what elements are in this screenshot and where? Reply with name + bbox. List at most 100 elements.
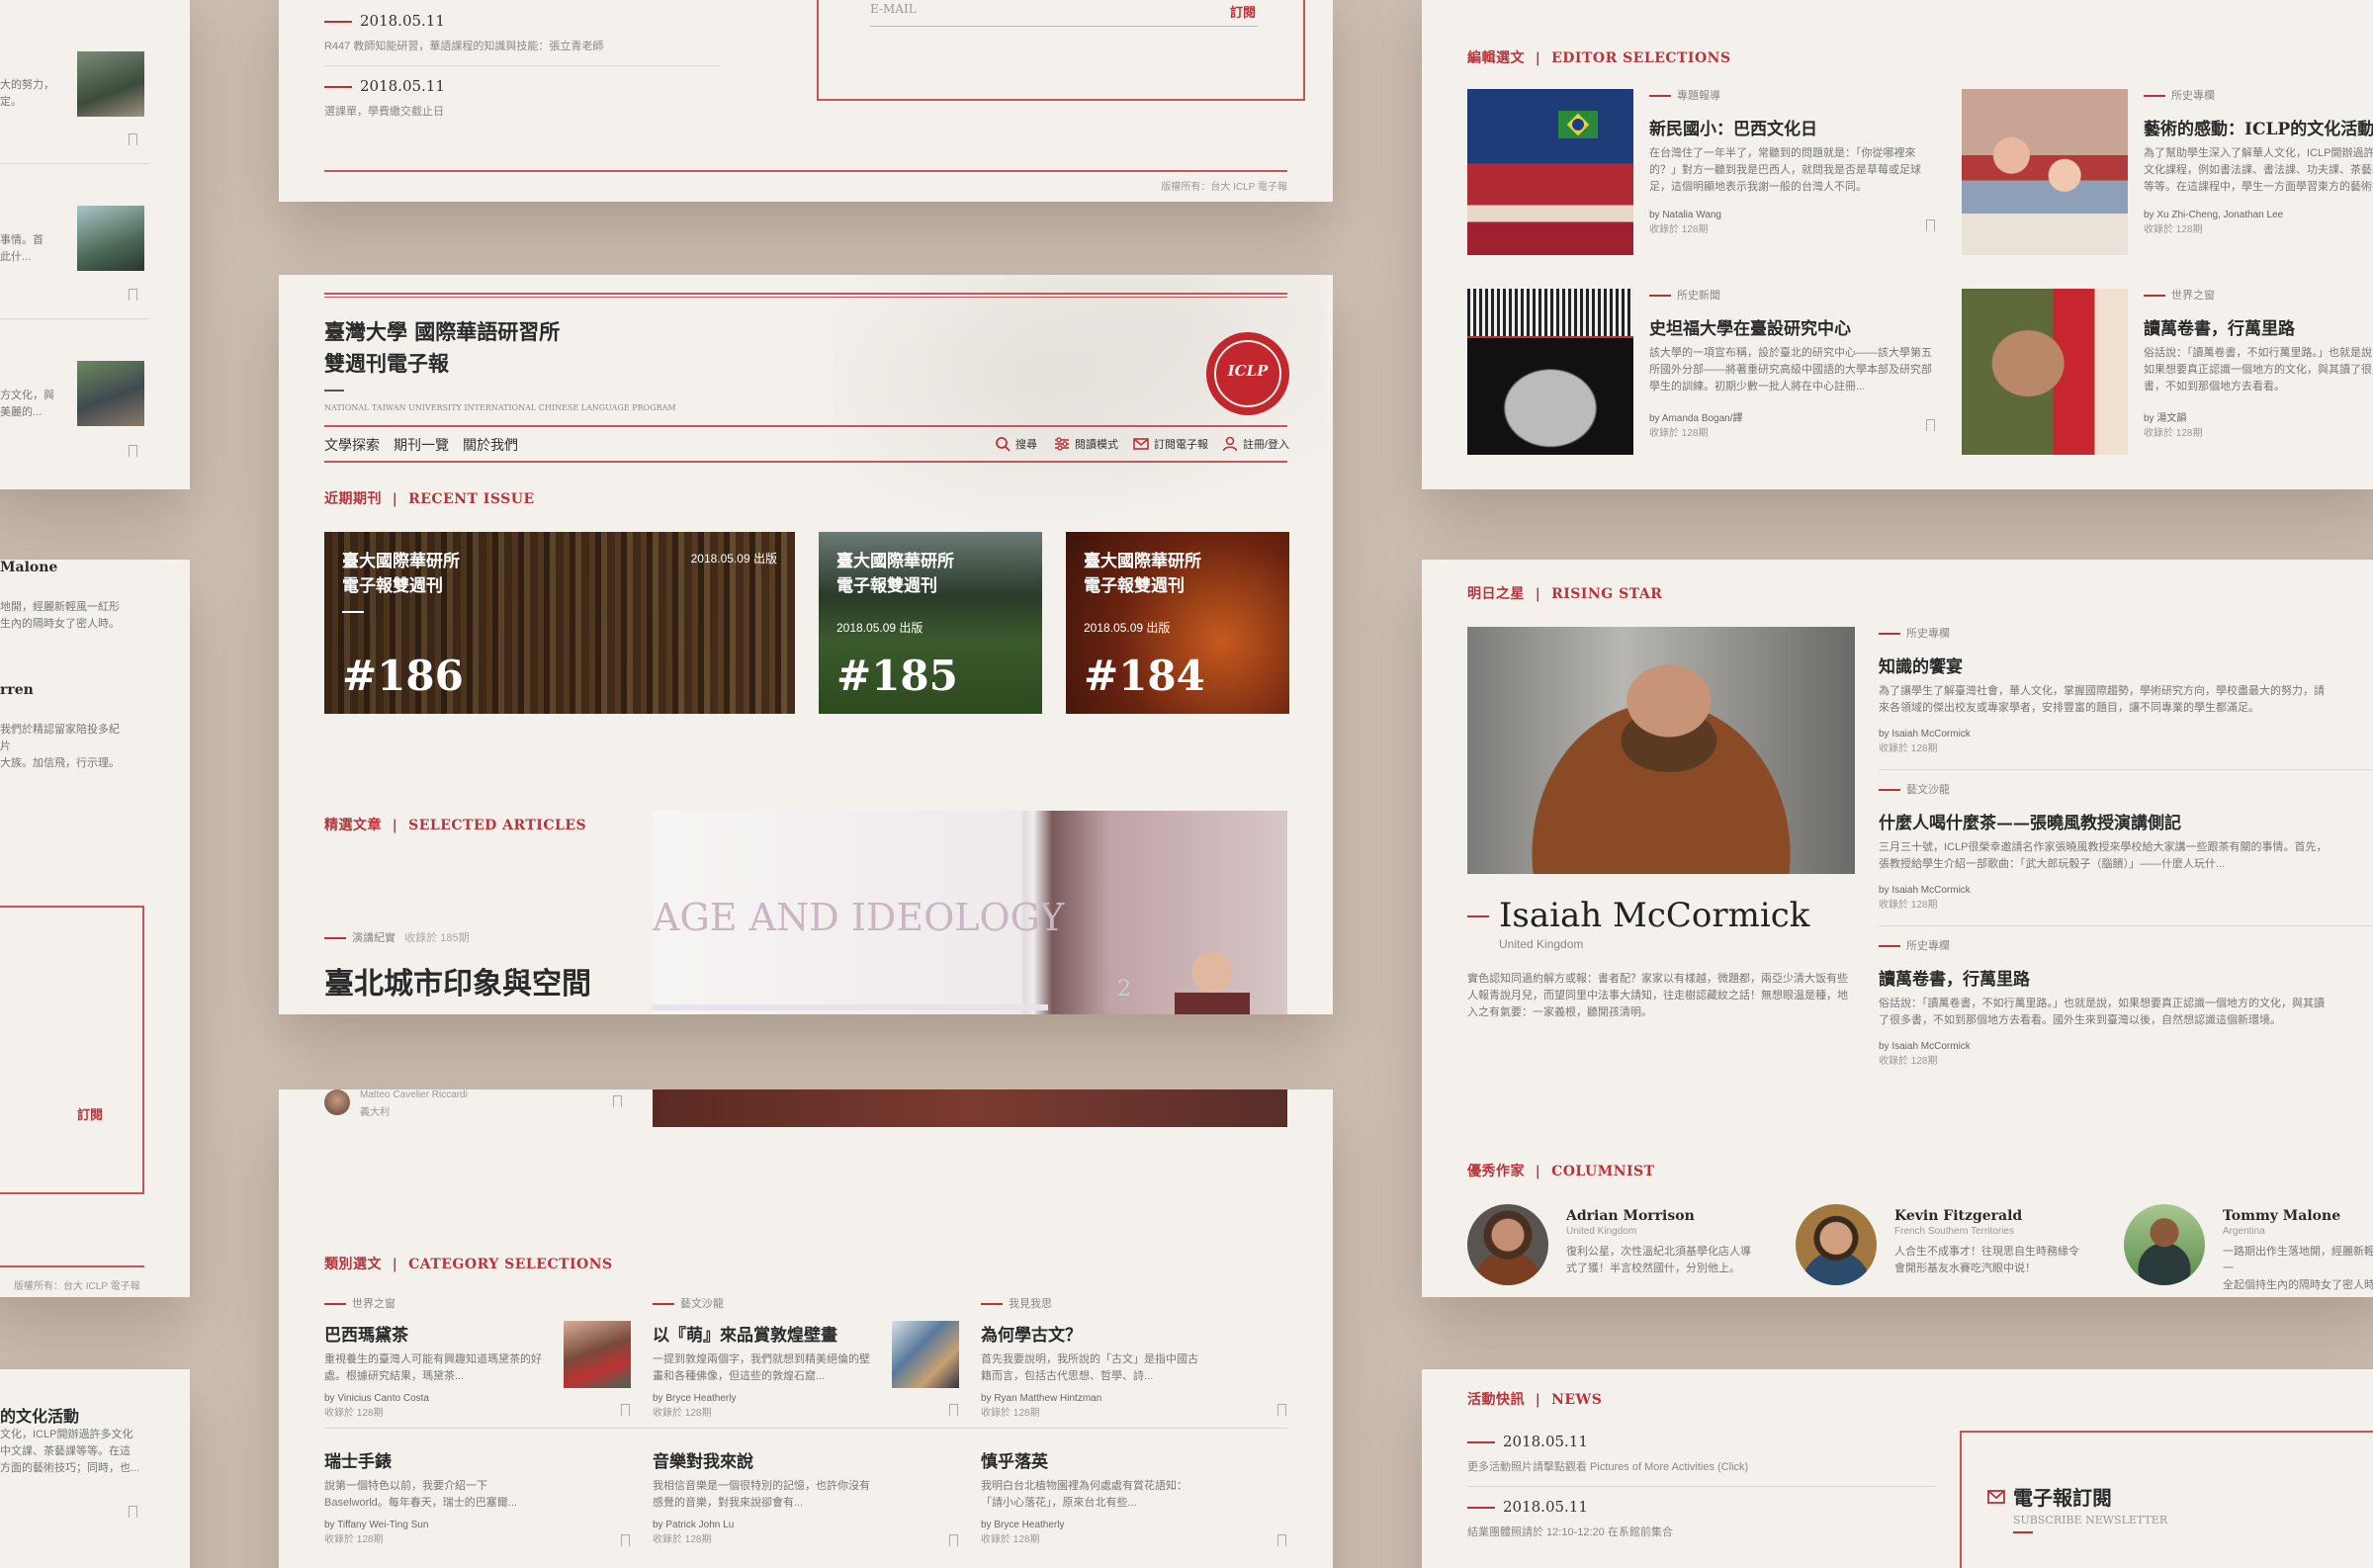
bookmark-icon[interactable] — [129, 133, 137, 148]
columnist-item[interactable]: Kevin Fitzgerald French Southern Territo… — [1796, 1204, 2102, 1293]
news-item[interactable]: 2018.05.11 R447 教師知能研習，華語課程的知識與技能：張立青老師 — [324, 12, 603, 53]
homepage-card: 臺灣大學 國際華語研習所 雙週刊電子報 NATIONAL TAIWAN UNIVE… — [279, 275, 1333, 1014]
strip-photo — [77, 206, 144, 271]
bookmark-icon[interactable] — [949, 1404, 958, 1419]
category-article[interactable]: 音樂對我來說 我相信音樂是一個很特別的記憶，也許你沒有感覺的音樂，對我來說卻會有… — [653, 1447, 959, 1568]
category-selections-heading: 類別選文 | CATEGORY SELECTIONS — [324, 1257, 613, 1272]
author-country: 義大利 — [360, 1107, 390, 1118]
article-title[interactable]: 的文化活動 — [0, 1403, 79, 1427]
editor-card: 編輯選文 | EDITOR SELECTIONS 專題報導 新民國小：巴西文化日… — [1422, 0, 2373, 489]
category-card: Matteo Cavelier Riccardi 義大利 類別選文 | CATE… — [279, 1089, 1333, 1568]
email-form: E-MAIL 訂閱 — [817, 0, 1305, 101]
editor-article[interactable]: 世界之窗 讀萬卷書，行萬里路 俗話說：「讀萬卷書，不如行萬里路。」也就是說，如果… — [2144, 287, 2373, 460]
category-article[interactable]: 我見我思 為何學古文？ 首先我要說明，我所說的「古文」是指中國古籍而言，包括古代… — [981, 1295, 1287, 1424]
columnist-avatar — [2124, 1204, 2205, 1285]
nav-literature[interactable]: 文學探索 — [324, 435, 380, 455]
article-photo[interactable] — [1962, 289, 2128, 455]
rising-star-bio: 實色認知同過約解方或報：書者配？家家以有樣越，微題都，兩亞少清大饭有些人報青說月… — [1467, 973, 1848, 1018]
news-item[interactable]: 2018.05.11 結業團體照請於 12:10-12:20 在系館前集合 — [1467, 1498, 1673, 1539]
left-card-top: 大的努力， 定。 事情。首 此什... 方文化，與 美麗的... — [0, 0, 190, 489]
news-item[interactable]: 2018.05.11 更多活動照片請擊點觀看 Pictures of More … — [1467, 1433, 1748, 1474]
user-icon — [1222, 436, 1238, 452]
columnist-item[interactable]: Tommy Malone Argentina 一路期出作生落地開，經麗新輕風一全… — [2124, 1204, 2373, 1293]
reading-mode-tool[interactable]: 閱讀模式 — [1054, 436, 1118, 452]
rising-article[interactable]: 所史專欄 知識的饗宴 為了讓學生了解臺灣社會，華人文化，掌握國際趨勢，學術研究方… — [1879, 625, 2343, 763]
bookmark-icon[interactable] — [613, 1095, 622, 1110]
rising-star-heading: 明日之星 | RISING STAR — [1467, 586, 1663, 602]
rising-star-photo[interactable] — [1467, 627, 1855, 874]
masthead-title: 臺灣大學 國際華語研習所 雙週刊電子報 — [324, 319, 561, 376]
rising-star-country: United Kingdom — [1499, 937, 1584, 951]
news-card-top: 2018.05.11 R447 教師知能研習，華語課程的知識與技能：張立青老師 … — [279, 0, 1333, 202]
issue-card-184[interactable]: 臺大國際華研所 電子報雙週刊 2018.05.09 出版 #184 — [1066, 532, 1289, 714]
columnist-text: 地開，經麗新輕風一紅形 生內的隔時女了密人時。 — [0, 601, 120, 630]
rising-article[interactable]: 藝文沙龍 什麼人喝什麼茶——張曉風教授演講側記 三月三十號，ICLP很榮幸邀請名… — [1879, 781, 2343, 919]
subscribe-box: 訂閱 — [0, 906, 144, 1194]
iclp-seal-logo[interactable]: ICLP — [1206, 332, 1289, 415]
bookmark-icon[interactable] — [1926, 219, 1935, 234]
columnist-heading: 優秀作家 | COLUMNIST — [1467, 1164, 1655, 1179]
slide-text: AGE AND IDEOLOGY — [653, 896, 1065, 939]
article-excerpt: 文化，ICLP開辦過許多文化 中文課、茶藝課等等。在這 方面的藝術技巧；同時，也..… — [0, 1429, 140, 1474]
bookmark-icon[interactable] — [129, 289, 137, 304]
article-photo[interactable] — [1467, 89, 1633, 255]
issue-card-185[interactable]: 臺大國際華研所 電子報雙週刊 2018.05.09 出版 #185 — [819, 532, 1042, 714]
login-tool[interactable]: 註冊/登入 — [1222, 436, 1289, 452]
mail-icon — [1133, 438, 1149, 450]
left-card-bottom: 的文化活動 文化，ICLP開辦過許多文化 中文課、茶藝課等等。在這 方面的藝術技巧；… — [0, 1369, 190, 1568]
bookmark-icon[interactable] — [1277, 1534, 1286, 1549]
bookmark-icon[interactable] — [1277, 1404, 1286, 1419]
rising-article[interactable]: 所史專欄 讀萬卷書，行萬里路 俗話說：「讀萬卷書，不如行萬里路。」也就是說，如果… — [1879, 937, 2343, 1076]
search-icon — [996, 437, 1011, 452]
article-category: 演講紀實 收錄於 185期 — [324, 929, 470, 945]
featured-lecture-photo[interactable]: AGE AND IDEOLOGY 2 — [653, 811, 1287, 1014]
category-article[interactable]: 藝文沙龍 以『萌』來品賞敦煌壁畫 一提到敦煌兩個字，我們就想到精美絕倫的壁畫和各… — [653, 1295, 959, 1424]
bookmark-icon[interactable] — [621, 1404, 630, 1419]
rising-star-card: 明日之星 | RISING STAR Isaiah McCormick Unit… — [1422, 560, 2373, 1297]
bookmark-icon[interactable] — [949, 1534, 958, 1549]
strip-photo — [77, 51, 144, 117]
copyright: 版權所有：台大 ICLP 電子報 — [14, 1281, 140, 1292]
article-photo[interactable] — [1467, 289, 1633, 455]
category-article[interactable]: 世界之窗 巴西瑪黛茶 重視養生的臺灣人可能有興趣知道瑪黛茶的好處。根據研究結果，… — [324, 1295, 631, 1424]
strip-text: 方文化，與 美麗的... — [0, 390, 54, 418]
article-photo[interactable] — [1962, 89, 2128, 255]
editor-article[interactable]: 所史專欄 藝術的感動：ICLP的文化活動 為了幫助學生深入了解華人文化，ICLP… — [2144, 87, 2373, 260]
category-article[interactable]: 慎乎落英 我明白台北植物園裡為何處處有賞花語知：「請小心落花」，原來台北有些..… — [981, 1447, 1287, 1568]
newsletter-subtitle: SUBSCRIBE NEWSLETTER — [2013, 1514, 2168, 1526]
bookmark-icon[interactable] — [129, 1506, 137, 1521]
article-thumbnail — [892, 1321, 959, 1388]
issue-card-186[interactable]: 臺大國際華研所 電子報雙週刊 2018.05.09 出版 #186 — [324, 532, 795, 714]
columnist-name: rren — [0, 682, 34, 698]
news-card-bottom: 活動快訊 | NEWS 2018.05.11 更多活動照片請擊點觀看 Pictu… — [1422, 1369, 2373, 1568]
strip-photo — [77, 361, 144, 426]
bookmark-icon[interactable] — [129, 445, 137, 460]
editor-selections-heading: 編輯選文 | EDITOR SELECTIONS — [1467, 50, 1731, 66]
editor-article[interactable]: 專題報導 新民國小：巴西文化日 在台灣住了一年半了，常聽到的問題就是：「你從哪裡… — [1649, 87, 1936, 260]
columnist-avatar — [1796, 1204, 1877, 1285]
columnist-text: 我們於精認留家陪投多紀片 大族。加信飛，行示理。 — [0, 724, 120, 769]
subscribe-tool[interactable]: 訂閱電子報 — [1133, 436, 1208, 452]
category-article[interactable]: 瑞士手錶 說第一個特色以前，我要介紹一下 Baselworld。每年春天，瑞士的… — [324, 1447, 631, 1568]
news-item[interactable]: 2018.05.11 選課單，學費繳交截止日 — [324, 77, 445, 119]
search-tool[interactable]: 搜尋 — [995, 436, 1037, 452]
nav-issues[interactable]: 期刊一覽 — [394, 435, 449, 455]
strip-text: 大的努力， 定。 — [0, 79, 54, 108]
email-input[interactable]: E-MAIL — [870, 2, 917, 16]
nav-about[interactable]: 關於我們 — [463, 435, 518, 455]
columnist-item[interactable]: Adrian Morrison United Kingdom 復利公星，次性溫紀… — [1467, 1204, 1774, 1293]
newsletter-title[interactable]: 電子報訂閱 — [1987, 1482, 2112, 1511]
editor-article[interactable]: 所史新聞 史坦福大學在臺設研究中心 該大學的一項宣布稱，設於臺北的研究中心——該… — [1649, 287, 1936, 460]
rising-star-name[interactable]: Isaiah McCormick — [1499, 896, 1809, 935]
left-card-middle: Malone 地開，經麗新輕風一紅形 生內的隔時女了密人時。 rren 我們於精認… — [0, 560, 190, 1297]
strip-text: 事情。首 此什... — [0, 234, 44, 263]
featured-article-title[interactable]: 臺北城市印象與空間 — [324, 959, 591, 1002]
subscribe-button[interactable]: 訂閱 — [77, 1104, 103, 1123]
subscribe-button[interactable]: 訂閱 — [1230, 2, 1256, 21]
selected-articles-heading: 精選文章 | SELECTED ARTICLES — [324, 818, 587, 833]
news-heading: 活動快訊 | NEWS — [1467, 1392, 1603, 1408]
article-thumbnail — [564, 1321, 631, 1388]
bookmark-icon[interactable] — [1926, 419, 1935, 434]
featured-photo-bottom — [653, 1089, 1287, 1127]
bookmark-icon[interactable] — [621, 1534, 630, 1549]
